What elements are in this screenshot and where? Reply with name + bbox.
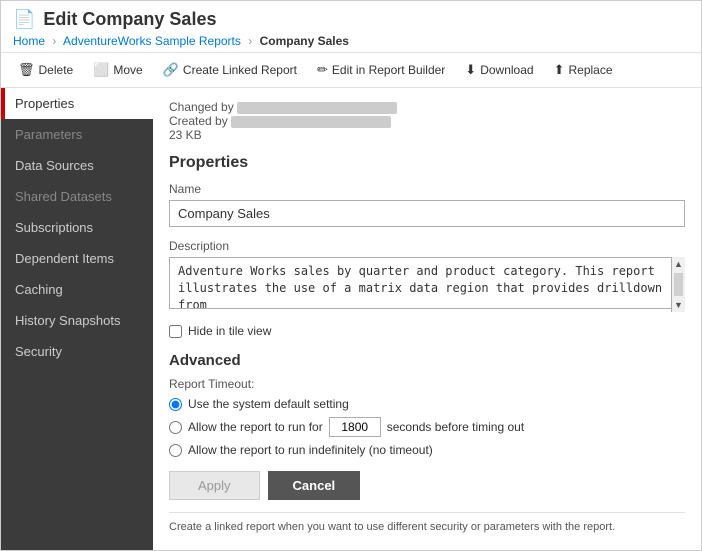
radio-allow-run-for[interactable] (169, 421, 182, 434)
file-size: 23 KB (169, 128, 685, 142)
replace-icon: ⬆ (554, 62, 565, 78)
created-by-value (231, 116, 391, 128)
breadcrumb: Home › AdventureWorks Sample Reports › C… (13, 34, 689, 48)
delete-icon: 🗑 (18, 62, 35, 78)
report-icon: 📄 (13, 9, 35, 30)
replace-button[interactable]: ⬆ Replace (545, 57, 622, 83)
cancel-button[interactable]: Cancel (268, 471, 361, 500)
changed-by-value (237, 102, 397, 114)
name-label: Name (169, 182, 685, 196)
toolbar: 🗑 Delete ⬜ Move 🔗 Create Linked Report ✏… (1, 53, 701, 88)
sidebar-item-dependent-items[interactable]: Dependent Items (1, 243, 153, 274)
move-button[interactable]: ⬜ Move (84, 57, 152, 83)
apply-button[interactable]: Apply (169, 471, 260, 500)
seconds-label: seconds before timing out (387, 420, 524, 434)
radio-indefinitely-label: Allow the report to run indefinitely (no… (188, 443, 433, 457)
radio-system-default-label: Use the system default setting (188, 397, 349, 411)
sidebar-item-shared-datasets: Shared Datasets (1, 181, 153, 212)
hide-tile-label: Hide in tile view (188, 324, 271, 338)
page-title: 📄 Edit Company Sales (13, 9, 689, 30)
name-input[interactable] (169, 200, 685, 227)
report-timeout-label: Report Timeout: (169, 377, 685, 391)
description-textarea[interactable]: Adventure Works sales by quarter and pro… (169, 257, 685, 309)
move-icon: ⬜ (93, 62, 109, 78)
radio-system-default-row: Use the system default setting (169, 397, 685, 411)
breadcrumb-section[interactable]: AdventureWorks Sample Reports (63, 34, 241, 48)
content-area: Changed by Created by 23 KB Properties N… (153, 88, 701, 550)
textarea-scrollbar: ▲ ▼ (671, 257, 685, 312)
description-textarea-wrap: Adventure Works sales by quarter and pro… (169, 257, 685, 312)
advanced-section-title: Advanced (169, 352, 685, 369)
radio-run-for-label: Allow the report to run for (188, 420, 323, 434)
radio-system-default[interactable] (169, 398, 182, 411)
header: 📄 Edit Company Sales Home › AdventureWor… (1, 1, 701, 53)
scroll-down-button[interactable]: ▼ (672, 298, 685, 312)
breadcrumb-home[interactable]: Home (13, 34, 45, 48)
meta-info: Changed by Created by 23 KB (169, 100, 685, 142)
edit-builder-button[interactable]: ✏ Edit in Report Builder (308, 57, 454, 83)
link-icon: 🔗 (163, 62, 179, 78)
download-button[interactable]: ⬇ Download (456, 57, 542, 83)
breadcrumb-current: Company Sales (260, 34, 349, 48)
delete-button[interactable]: 🗑 Delete (9, 57, 82, 83)
create-linked-button[interactable]: 🔗 Create Linked Report (154, 57, 306, 83)
edit-icon: ✏ (317, 62, 328, 78)
properties-section-title: Properties (169, 154, 685, 172)
name-field-group: Name (169, 182, 685, 227)
sidebar-item-parameters: Parameters (1, 119, 153, 150)
sidebar-item-subscriptions[interactable]: Subscriptions (1, 212, 153, 243)
hide-tile-row: Hide in tile view (169, 324, 685, 338)
footer-note: Create a linked report when you want to … (169, 512, 685, 533)
sidebar: Properties Parameters Data Sources Share… (1, 88, 153, 550)
sidebar-item-properties[interactable]: Properties (1, 88, 153, 119)
radio-indefinitely-row: Allow the report to run indefinitely (no… (169, 443, 685, 457)
sidebar-item-caching[interactable]: Caching (1, 274, 153, 305)
radio-run-for-row: Allow the report to run for seconds befo… (169, 417, 685, 437)
sidebar-item-history-snapshots[interactable]: History Snapshots (1, 305, 153, 336)
sidebar-item-security[interactable]: Security (1, 336, 153, 367)
hide-tile-checkbox[interactable] (169, 325, 182, 338)
sidebar-item-data-sources[interactable]: Data Sources (1, 150, 153, 181)
action-buttons: Apply Cancel (169, 471, 685, 500)
timeout-value-input[interactable] (329, 417, 381, 437)
radio-indefinitely[interactable] (169, 444, 182, 457)
description-label: Description (169, 239, 685, 253)
description-field-group: Description Adventure Works sales by qua… (169, 239, 685, 312)
download-icon: ⬇ (465, 62, 476, 78)
scroll-up-button[interactable]: ▲ (672, 257, 685, 271)
main-layout: Properties Parameters Data Sources Share… (1, 88, 701, 550)
